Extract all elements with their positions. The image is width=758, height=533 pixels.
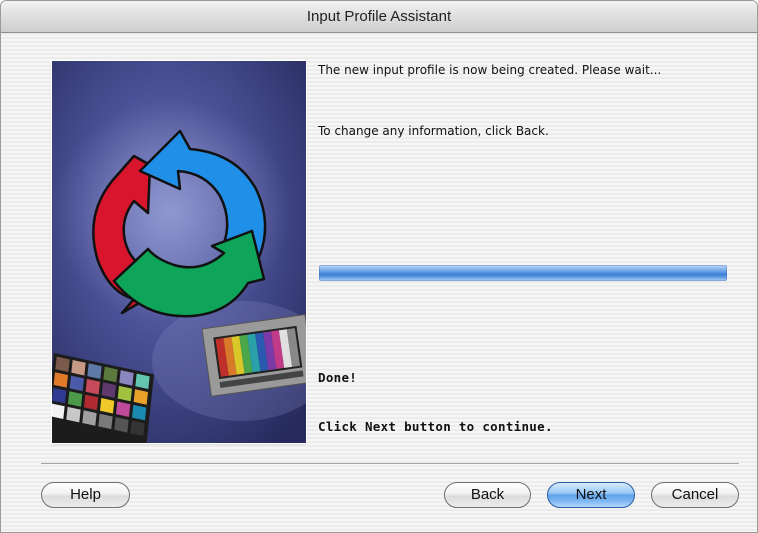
back-button[interactable]: Back [444, 482, 531, 508]
help-button[interactable]: Help [41, 482, 130, 508]
assistant-window: Input Profile Assistant The new input pr… [0, 0, 758, 533]
cancel-button[interactable]: Cancel [651, 482, 739, 508]
footer-divider [41, 463, 739, 465]
next-button[interactable]: Next [547, 482, 635, 508]
continue-instruction: Click Next button to continue. [318, 419, 553, 434]
window-title: Input Profile Assistant [1, 1, 757, 33]
it8-target-chart [201, 313, 316, 397]
assistant-illustration [44, 61, 332, 463]
back-hint-message: To change any information, click Back. [318, 124, 549, 138]
done-message: Done! [318, 370, 358, 385]
status-message: The new input profile is now being creat… [318, 63, 662, 77]
progress-bar [319, 265, 727, 281]
color-cycle-illustration [44, 61, 332, 463]
